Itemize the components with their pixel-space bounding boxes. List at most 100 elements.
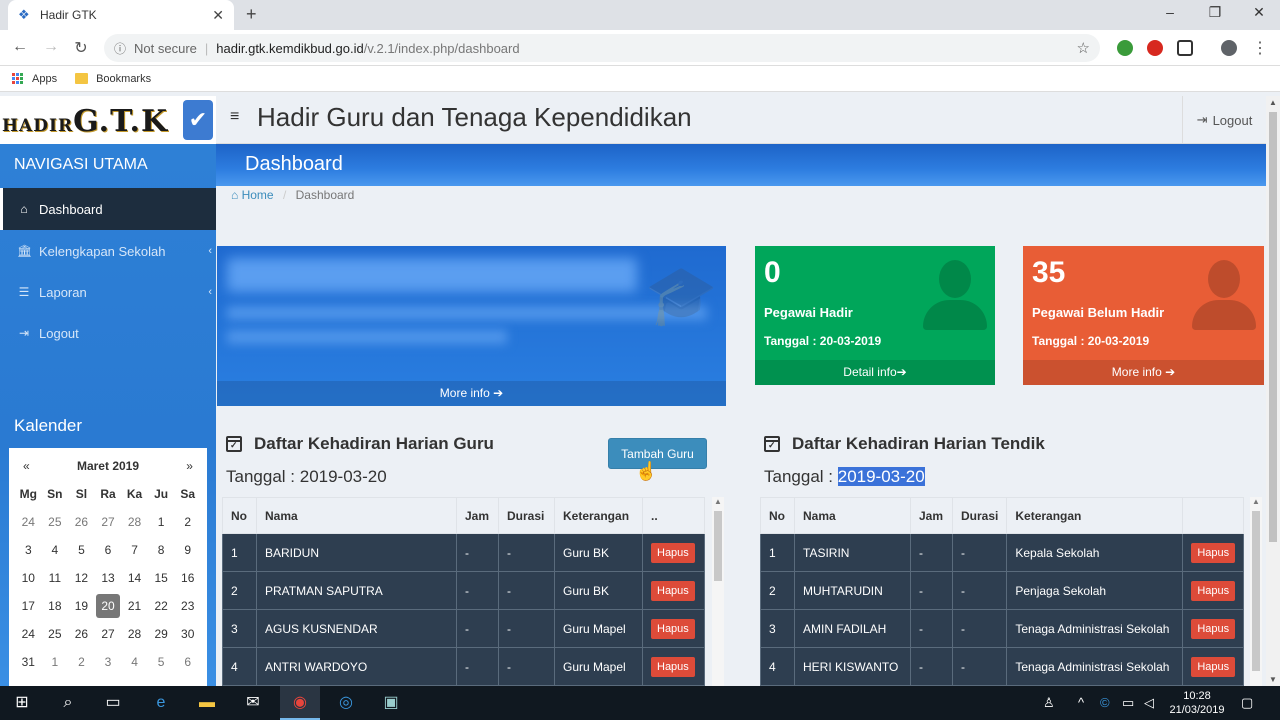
calendar-day[interactable]: 6 bbox=[95, 536, 122, 564]
browser-tab[interactable]: ❖ Hadir GTK ✕ bbox=[8, 0, 234, 30]
file-explorer-icon[interactable]: ▬ bbox=[196, 693, 218, 713]
windows-start-icon[interactable]: ⊞ bbox=[11, 693, 33, 713]
page-scrollbar[interactable]: ▲ ▼ bbox=[1266, 96, 1280, 686]
back-icon[interactable]: ← bbox=[10, 38, 30, 56]
people-icon[interactable]: ♙ bbox=[1043, 695, 1055, 711]
calendar-day[interactable]: 3 bbox=[15, 536, 42, 564]
hapus-button[interactable]: Hapus bbox=[1191, 542, 1236, 563]
calendar-day[interactable]: 28 bbox=[121, 508, 148, 536]
adblock-icon[interactable] bbox=[1147, 40, 1163, 56]
calendar-prev-button[interactable]: « bbox=[23, 459, 30, 473]
bookmark-apps[interactable]: Apps bbox=[12, 72, 57, 85]
mail-icon[interactable]: ✉ bbox=[242, 693, 264, 713]
app-icon[interactable]: ▣ bbox=[380, 693, 402, 713]
task-view-icon[interactable]: ▭ bbox=[102, 693, 124, 713]
calendar-day[interactable]: 5 bbox=[148, 648, 175, 676]
selected-date-text[interactable]: 2019-03-20 bbox=[837, 467, 925, 486]
calendar-day[interactable]: 30 bbox=[174, 620, 201, 648]
volume-icon[interactable]: ◁ bbox=[1144, 695, 1154, 711]
calendar-day[interactable]: 25 bbox=[42, 620, 69, 648]
hapus-button[interactable]: Hapus bbox=[1191, 656, 1236, 677]
tambah-guru-button[interactable]: Tambah Guru bbox=[608, 438, 707, 469]
calendar-day[interactable]: 20 bbox=[95, 594, 121, 618]
calendar-day[interactable]: 21 bbox=[121, 592, 148, 620]
hapus-button[interactable]: Hapus bbox=[651, 580, 695, 601]
calendar-day[interactable]: 6 bbox=[174, 648, 201, 676]
chrome-icon[interactable]: ◉ bbox=[289, 693, 311, 713]
profile-icon[interactable] bbox=[1221, 40, 1237, 56]
calendar-day[interactable]: 1 bbox=[148, 508, 175, 536]
calendar-day[interactable]: 26 bbox=[68, 508, 95, 536]
calendar-day[interactable]: 4 bbox=[121, 648, 148, 676]
menu-dots-icon[interactable]: ⋮ bbox=[1250, 38, 1270, 58]
calendar-day[interactable]: 11 bbox=[42, 564, 69, 592]
calendar-day[interactable]: 27 bbox=[95, 508, 122, 536]
calendar-day[interactable]: 14 bbox=[121, 564, 148, 592]
system-clock[interactable]: 10:28 21/03/2019 bbox=[1166, 689, 1228, 717]
calendar-day[interactable]: 28 bbox=[121, 620, 148, 648]
calendar-day[interactable]: 2 bbox=[68, 648, 95, 676]
network-icon[interactable]: ▭ bbox=[1122, 695, 1134, 711]
calendar-day[interactable]: 15 bbox=[148, 564, 175, 592]
calendar-day[interactable]: 10 bbox=[15, 564, 42, 592]
close-window-icon[interactable]: ✕ bbox=[1249, 4, 1269, 21]
tab-close-icon[interactable]: ✕ bbox=[212, 7, 224, 24]
hapus-button[interactable]: Hapus bbox=[651, 618, 695, 639]
sidebar-item-laporan[interactable]: ☰ Laporan ‹ bbox=[0, 271, 216, 313]
hapus-button[interactable]: Hapus bbox=[1191, 618, 1236, 639]
calendar-day[interactable]: 13 bbox=[95, 564, 122, 592]
app-icon[interactable]: ◎ bbox=[335, 693, 357, 713]
more-info-link[interactable]: More info ➔ bbox=[1023, 360, 1264, 385]
hapus-button[interactable]: Hapus bbox=[651, 656, 695, 677]
search-icon[interactable]: ⌕ bbox=[57, 693, 79, 713]
calendar-day[interactable]: 5 bbox=[68, 536, 95, 564]
calendar-day[interactable]: 26 bbox=[68, 620, 95, 648]
calendar-day[interactable]: 2 bbox=[174, 508, 201, 536]
chevron-up-icon[interactable]: ^ bbox=[1078, 695, 1084, 710]
calendar-day[interactable]: 25 bbox=[42, 508, 69, 536]
extension-globe-icon[interactable] bbox=[1117, 40, 1133, 56]
calendar-month-label[interactable]: Maret 2019 bbox=[77, 459, 139, 473]
forward-icon[interactable]: → bbox=[41, 38, 61, 56]
calendar-day[interactable]: 12 bbox=[68, 564, 95, 592]
calendar-day[interactable]: 1 bbox=[42, 648, 69, 676]
hapus-button[interactable]: Hapus bbox=[1191, 580, 1236, 601]
calendar-day[interactable]: 19 bbox=[68, 592, 95, 620]
calendar-day[interactable]: 7 bbox=[121, 536, 148, 564]
calendar-day[interactable]: 3 bbox=[95, 648, 122, 676]
info-icon[interactable]: ⓘ bbox=[114, 40, 126, 57]
reload-icon[interactable]: ↻ bbox=[71, 38, 91, 58]
calendar-day[interactable]: 18 bbox=[42, 592, 69, 620]
calendar-day[interactable]: 31 bbox=[15, 648, 42, 676]
detail-info-link[interactable]: Detail info➔ bbox=[755, 360, 995, 385]
edge-icon[interactable]: e bbox=[150, 693, 172, 713]
calendar-day[interactable]: 24 bbox=[15, 508, 42, 536]
extension-icon[interactable] bbox=[1177, 40, 1193, 56]
restore-icon[interactable]: ❐ bbox=[1205, 4, 1225, 21]
calendar-day[interactable]: 22 bbox=[148, 592, 175, 620]
table-scrollbar[interactable]: ▲ bbox=[1250, 497, 1262, 686]
app-logo[interactable]: HADIRG.T.K ✔ bbox=[0, 96, 216, 144]
calendar-next-button[interactable]: » bbox=[186, 459, 193, 473]
minimize-icon[interactable]: – bbox=[1160, 4, 1180, 20]
calendar-day[interactable]: 29 bbox=[148, 620, 175, 648]
logout-button[interactable]: ⇥ Logout bbox=[1182, 96, 1266, 144]
calendar-day[interactable]: 24 bbox=[15, 620, 42, 648]
sidebar-toggle-icon[interactable]: ≡ bbox=[230, 108, 239, 126]
calendar-day[interactable]: 27 bbox=[95, 620, 122, 648]
school-more-info-link[interactable]: More info ➔ bbox=[217, 381, 726, 406]
table-scrollbar[interactable]: ▲ bbox=[712, 497, 724, 686]
calendar-day[interactable]: 4 bbox=[42, 536, 69, 564]
breadcrumb-home[interactable]: ⌂ Home bbox=[231, 188, 274, 202]
bookmark-folder[interactable]: Bookmarks bbox=[75, 73, 151, 85]
sidebar-item-dashboard[interactable]: ⌂ Dashboard bbox=[0, 188, 216, 230]
calendar-day[interactable]: 9 bbox=[174, 536, 201, 564]
address-bar[interactable]: ⓘ Not secure | hadir.gtk.kemdikbud.go.id… bbox=[104, 34, 1100, 62]
notification-icon[interactable]: ▢ bbox=[1241, 695, 1253, 711]
calendar-day[interactable]: 16 bbox=[174, 564, 201, 592]
calendar-day[interactable]: 17 bbox=[15, 592, 42, 620]
hapus-button[interactable]: Hapus bbox=[651, 542, 695, 563]
calendar-day[interactable]: 8 bbox=[148, 536, 175, 564]
bookmark-star-icon[interactable]: ☆ bbox=[1077, 39, 1090, 57]
new-tab-icon[interactable]: + bbox=[246, 4, 257, 25]
